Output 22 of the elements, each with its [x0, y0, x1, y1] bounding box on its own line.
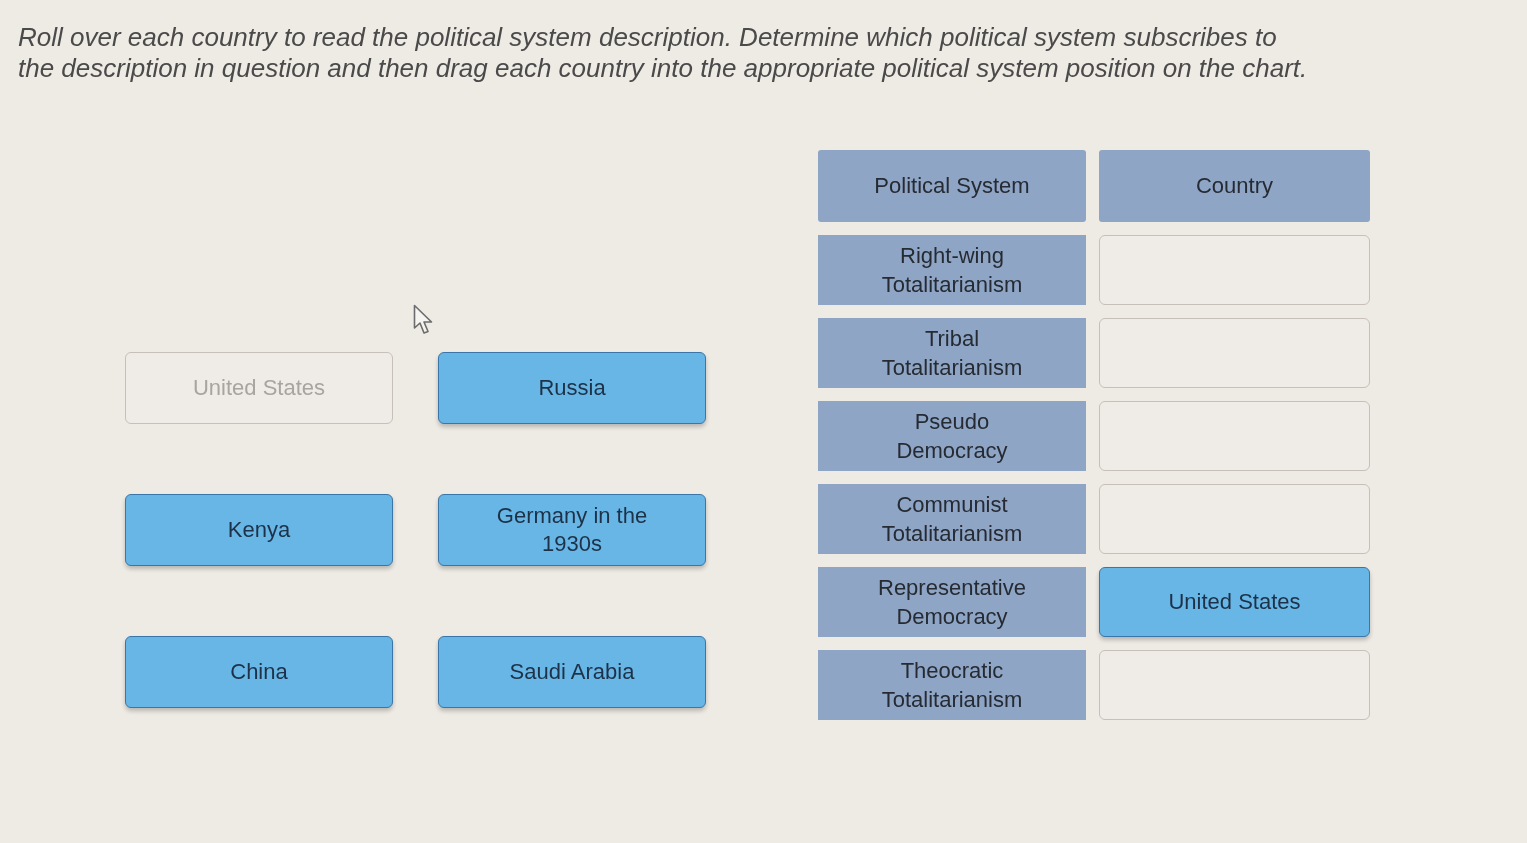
drop-zone[interactable] — [1099, 484, 1370, 554]
instructions-text: Roll over each country to read the political system description. Determine which political system subscribes to the description in question and then drag each country into the appropriate political system position on the chart. — [18, 22, 1309, 84]
drop-zone[interactable] — [1099, 235, 1370, 305]
column-header: Country — [1099, 150, 1370, 222]
system-cell: Pseudo Democracy — [818, 401, 1086, 471]
column-header: Political System — [818, 150, 1086, 222]
system-cell: Theocratic Totalitarianism — [818, 650, 1086, 720]
drop-zone[interactable] — [1099, 650, 1370, 720]
country-tile[interactable]: Germany in the 1930s — [438, 494, 706, 566]
system-cell: Representative Democracy — [818, 567, 1086, 637]
drop-zone[interactable] — [1099, 318, 1370, 388]
drop-zone[interactable] — [1099, 401, 1370, 471]
country-tile[interactable]: China — [125, 636, 393, 708]
country-tile[interactable]: United States — [1099, 567, 1370, 637]
system-cell: Tribal Totalitarianism — [818, 318, 1086, 388]
system-cell: Communist Totalitarianism — [818, 484, 1086, 554]
country-tile[interactable]: Saudi Arabia — [438, 636, 706, 708]
cursor-icon — [413, 304, 435, 336]
country-tile[interactable]: Russia — [438, 352, 706, 424]
country-tile[interactable]: Kenya — [125, 494, 393, 566]
country-tile: United States — [125, 352, 393, 424]
system-cell: Right-wing Totalitarianism — [818, 235, 1086, 305]
